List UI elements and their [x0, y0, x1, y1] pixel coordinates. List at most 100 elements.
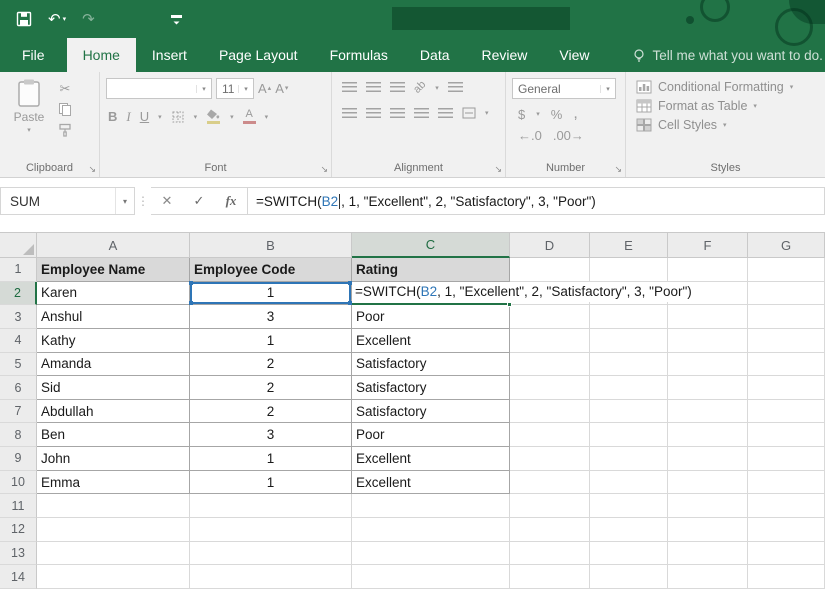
- cell-E8[interactable]: [590, 423, 668, 448]
- underline-button[interactable]: U: [140, 110, 149, 123]
- cell-F6[interactable]: [668, 376, 748, 400]
- cell-B9[interactable]: 1: [190, 447, 352, 471]
- font-size-select[interactable]: 11 ▾: [216, 78, 254, 99]
- cell-C8[interactable]: Poor: [352, 423, 510, 448]
- tab-file[interactable]: File: [0, 38, 67, 72]
- column-header-A[interactable]: A: [37, 233, 190, 258]
- cell-G10[interactable]: [748, 470, 825, 495]
- cell-D10[interactable]: [510, 470, 590, 495]
- column-header-D[interactable]: D: [510, 233, 590, 258]
- cell-F14[interactable]: [668, 565, 748, 589]
- align-top-button[interactable]: [342, 82, 357, 93]
- cell-E10[interactable]: [590, 470, 668, 495]
- row-header-14[interactable]: 14: [0, 565, 37, 589]
- save-icon[interactable]: [16, 11, 32, 27]
- cell-D8[interactable]: [510, 423, 590, 448]
- cell-F10[interactable]: [668, 470, 748, 495]
- cell-F13[interactable]: [668, 541, 748, 566]
- cell-B1[interactable]: Employee Code: [190, 258, 352, 282]
- cell-B8[interactable]: 3: [190, 423, 352, 448]
- cell-C4[interactable]: Excellent: [352, 328, 510, 353]
- cell-D6[interactable]: [510, 376, 590, 400]
- cell-F5[interactable]: [668, 352, 748, 377]
- copy-icon[interactable]: [58, 102, 72, 116]
- cell-F4[interactable]: [668, 328, 748, 353]
- cell-D13[interactable]: [510, 541, 590, 566]
- cell-B11[interactable]: [190, 494, 352, 519]
- decrease-font-size-button[interactable]: A ▾: [275, 82, 288, 95]
- merge-center-button[interactable]: [462, 107, 476, 119]
- cell-C13[interactable]: [352, 541, 510, 566]
- column-header-F[interactable]: F: [668, 233, 748, 258]
- cell-D4[interactable]: [510, 328, 590, 353]
- align-right-button[interactable]: [390, 107, 405, 119]
- paste-button[interactable]: Paste ▾: [6, 78, 52, 159]
- cell-E7[interactable]: [590, 399, 668, 424]
- currency-format-button[interactable]: $: [518, 108, 525, 121]
- cell-A7[interactable]: Abdullah: [37, 399, 190, 424]
- cell-D3[interactable]: [510, 305, 590, 329]
- increase-indent-button[interactable]: [438, 107, 453, 119]
- row-header-11[interactable]: 11: [0, 494, 37, 519]
- cell-E12[interactable]: [590, 518, 668, 542]
- cell-C5[interactable]: Satisfactory: [352, 352, 510, 377]
- row-header-4[interactable]: 4: [0, 328, 37, 353]
- column-header-E[interactable]: E: [590, 233, 668, 258]
- cut-icon[interactable]: ✂: [58, 82, 72, 95]
- insert-function-icon[interactable]: fx: [215, 188, 247, 214]
- cell-G6[interactable]: [748, 376, 825, 400]
- cell-G8[interactable]: [748, 423, 825, 448]
- column-header-C[interactable]: C: [352, 233, 510, 258]
- cell-C7[interactable]: Satisfactory: [352, 399, 510, 424]
- cell-E3[interactable]: [590, 305, 668, 329]
- number-dialog-launcher-icon[interactable]: ↘: [614, 165, 622, 174]
- cell-A9[interactable]: John: [37, 447, 190, 471]
- cell-A11[interactable]: [37, 494, 190, 519]
- align-center-button[interactable]: [366, 107, 381, 119]
- cell-B5[interactable]: 2: [190, 352, 352, 377]
- cell-A1[interactable]: Employee Name: [37, 258, 190, 282]
- format-as-table-button[interactable]: Format as Table ▾: [636, 99, 821, 113]
- cell-D7[interactable]: [510, 399, 590, 424]
- row-header-9[interactable]: 9: [0, 447, 37, 471]
- cell-E14[interactable]: [590, 565, 668, 589]
- align-middle-button[interactable]: [366, 82, 381, 93]
- font-color-button[interactable]: A: [242, 109, 256, 124]
- cell-E1[interactable]: [590, 258, 668, 282]
- cell-D5[interactable]: [510, 352, 590, 377]
- cell-D12[interactable]: [510, 518, 590, 542]
- cell-G11[interactable]: [748, 494, 825, 519]
- cell-G3[interactable]: [748, 305, 825, 329]
- cell-E13[interactable]: [590, 541, 668, 566]
- row-header-13[interactable]: 13: [0, 541, 37, 566]
- percent-format-button[interactable]: %: [551, 108, 563, 121]
- italic-button[interactable]: I: [126, 110, 130, 123]
- row-header-6[interactable]: 6: [0, 376, 37, 400]
- cell-C11[interactable]: [352, 494, 510, 519]
- cell-G2[interactable]: [748, 281, 825, 306]
- alignment-dialog-launcher-icon[interactable]: ↘: [494, 165, 502, 174]
- tab-home[interactable]: Home: [66, 38, 136, 72]
- cell-D1[interactable]: [510, 258, 590, 282]
- cell-A8[interactable]: Ben: [37, 423, 190, 448]
- row-header-7[interactable]: 7: [0, 399, 37, 424]
- font-name-select[interactable]: ▾: [106, 78, 212, 99]
- cell-C3[interactable]: Poor: [352, 305, 510, 329]
- cell-A13[interactable]: [37, 541, 190, 566]
- cell-A10[interactable]: Emma: [37, 470, 190, 495]
- wrap-text-button[interactable]: [447, 82, 463, 93]
- row-header-1[interactable]: 1: [0, 258, 37, 282]
- cell-E4[interactable]: [590, 328, 668, 353]
- bold-button[interactable]: B: [108, 110, 117, 123]
- tell-me-box[interactable]: Tell me what you want to do.: [632, 38, 823, 72]
- cell-D11[interactable]: [510, 494, 590, 519]
- cell-F3[interactable]: [668, 305, 748, 329]
- cell-A2[interactable]: Karen: [37, 281, 190, 306]
- comma-format-button[interactable]: ,: [573, 106, 577, 122]
- cell-B4[interactable]: 1: [190, 328, 352, 353]
- row-header-2[interactable]: 2: [0, 281, 37, 306]
- cell-A4[interactable]: Kathy: [37, 328, 190, 353]
- cell-G12[interactable]: [748, 518, 825, 542]
- cell-C2[interactable]: =SWITCH(B2, 1, "Excellent", 2, "Satisfac…: [352, 281, 697, 308]
- cell-C10[interactable]: Excellent: [352, 470, 510, 495]
